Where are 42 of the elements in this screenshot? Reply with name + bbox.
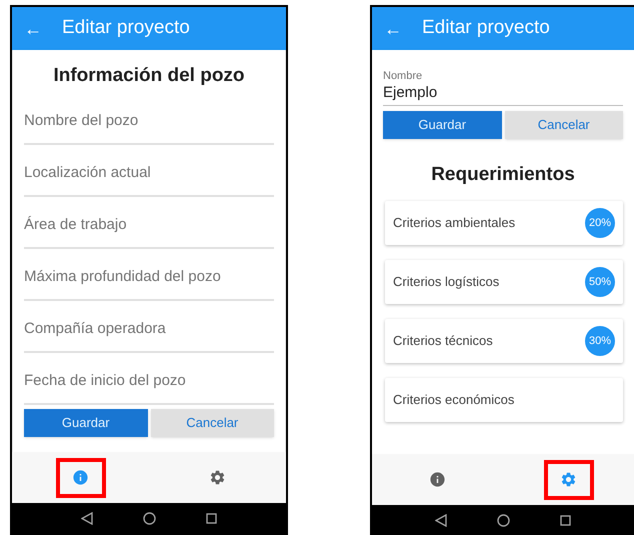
- cancel-button[interactable]: Cancelar: [150, 408, 274, 436]
- field-value: Ejemplo: [383, 84, 438, 102]
- criteria-card[interactable]: Criterios económicos: [385, 378, 623, 422]
- percentage-badge: 50%: [585, 267, 615, 297]
- field-label: Nombre: [383, 70, 424, 84]
- back-icon[interactable]: [81, 512, 93, 524]
- settings-icon: [209, 469, 226, 486]
- input-field[interactable]: Fecha de inicio del pozo: [24, 352, 274, 404]
- criteria-label: Criterios económicos: [393, 391, 516, 410]
- screen-title: Editar proyecto: [422, 16, 550, 40]
- home-icon[interactable]: [143, 512, 156, 524]
- criteria-card[interactable]: Criterios logísticos 50%: [385, 260, 623, 304]
- back-icon[interactable]: [435, 514, 447, 526]
- criteria-card[interactable]: Criterios ambientales 20%: [385, 201, 623, 245]
- criteria-label: Criterios ambientales: [393, 214, 516, 232]
- recents-icon[interactable]: [206, 512, 217, 524]
- save-button[interactable]: Guardar: [24, 408, 148, 436]
- input-field[interactable]: Nombre Ejemplo: [383, 70, 623, 106]
- criteria-label: Criterios logísticos: [393, 273, 500, 292]
- criteria-card[interactable]: Criterios técnicos 30%: [385, 319, 623, 363]
- recents-icon[interactable]: [560, 514, 571, 526]
- info-icon: [72, 469, 89, 486]
- back-button[interactable]: ←: [384, 20, 402, 38]
- info-tab[interactable]: [56, 458, 106, 498]
- screen-title: Editar proyecto: [62, 16, 190, 40]
- settings-icon: [560, 471, 577, 488]
- home-icon[interactable]: [497, 514, 510, 526]
- input-field[interactable]: Compañía operadora: [24, 300, 274, 352]
- settings-tab[interactable]: [544, 460, 594, 500]
- info-icon: [429, 471, 446, 488]
- save-button[interactable]: Guardar: [383, 110, 502, 138]
- input-field[interactable]: Localización actual: [24, 144, 274, 196]
- input-field[interactable]: Máxima profundidad del pozo: [24, 248, 274, 300]
- criteria-label: Criterios técnicos: [393, 332, 494, 350]
- back-button[interactable]: ←: [24, 20, 42, 38]
- percentage-badge: 20%: [585, 208, 615, 238]
- section-heading: Información del pozo: [52, 64, 246, 88]
- input-field[interactable]: Área de trabajo: [24, 196, 274, 248]
- cancel-button[interactable]: Cancelar: [504, 110, 623, 138]
- section-heading: Requerimientos: [430, 162, 576, 186]
- percentage-badge: 30%: [585, 326, 615, 356]
- input-field[interactable]: Nombre del pozo: [24, 92, 274, 144]
